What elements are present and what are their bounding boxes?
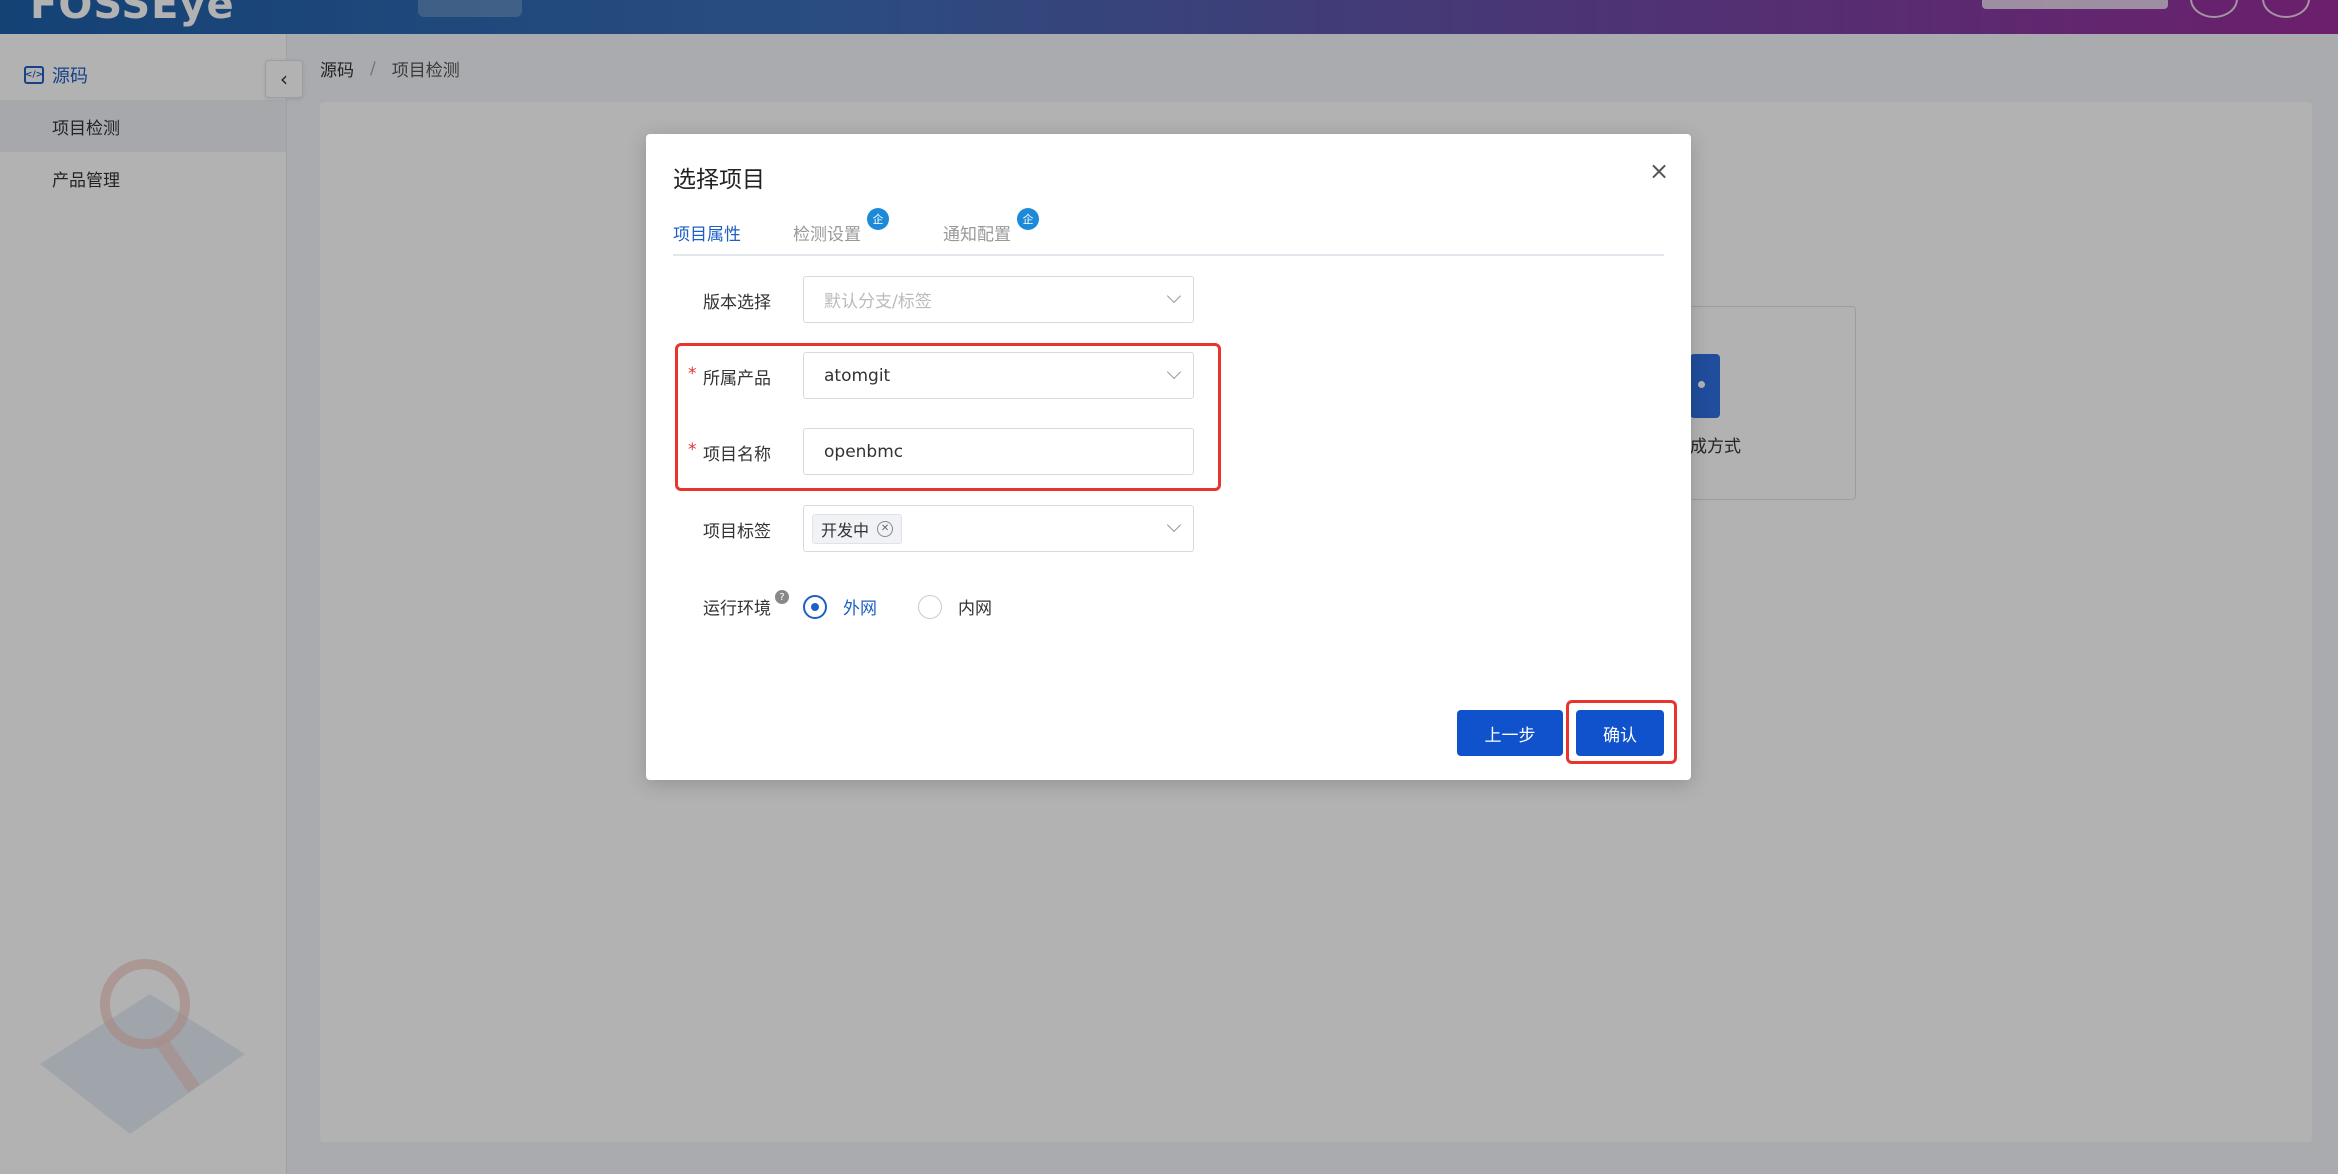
- version-label: 版本选择: [703, 293, 771, 313]
- enterprise-badge-icon: 企: [1017, 208, 1039, 230]
- close-button[interactable]: ×: [1646, 157, 1672, 185]
- project-tags-label: 项目标签: [703, 522, 771, 542]
- tab-detection-settings[interactable]: 检测设置: [793, 220, 861, 245]
- radio-internal-network[interactable]: 内网: [918, 594, 992, 619]
- tag-chip: 开发中 ✕: [812, 513, 903, 544]
- highlight-box-product-fields: [675, 343, 1221, 491]
- radio-external-network[interactable]: 外网: [803, 594, 877, 619]
- radio-unchecked-icon: [918, 594, 942, 619]
- tag-remove-icon[interactable]: ✕: [877, 520, 894, 537]
- project-tags-select[interactable]: 开发中 ✕: [803, 505, 1194, 552]
- close-icon: ×: [1648, 157, 1670, 185]
- chevron-down-icon: [1166, 288, 1182, 304]
- highlight-box-confirm: [1566, 700, 1677, 764]
- form-row-project-tags: 项目标签 开发中 ✕: [646, 505, 1691, 555]
- radio-label: 外网: [843, 599, 877, 619]
- tag-chip-label: 开发中: [821, 520, 870, 540]
- radio-checked-icon: [803, 594, 827, 619]
- dialog-tabs: 项目属性 检测设置 企 通知配置 企: [673, 208, 1664, 256]
- environment-label: 运行环境: [703, 599, 771, 619]
- version-select[interactable]: 默认分支/标签: [803, 276, 1194, 323]
- tab-project-attributes[interactable]: 项目属性: [673, 220, 741, 245]
- enterprise-badge-icon: 企: [867, 208, 889, 230]
- help-icon[interactable]: ?: [775, 590, 789, 604]
- tab-notification-config[interactable]: 通知配置: [943, 220, 1011, 245]
- dialog-title: 选择项目: [673, 167, 765, 193]
- select-project-dialog: 选择项目 × 项目属性 检测设置 企 通知配置 企 版本选择 默认分支/标签 *…: [646, 134, 1691, 780]
- version-select-placeholder: 默认分支/标签: [824, 292, 932, 312]
- previous-step-button[interactable]: 上一步: [1457, 710, 1563, 756]
- chevron-down-icon: [1166, 517, 1182, 533]
- form-row-version: 版本选择 默认分支/标签: [646, 276, 1691, 326]
- radio-label: 内网: [958, 599, 992, 619]
- form-row-environment: 运行环境 ? 外网 内网: [646, 582, 1691, 632]
